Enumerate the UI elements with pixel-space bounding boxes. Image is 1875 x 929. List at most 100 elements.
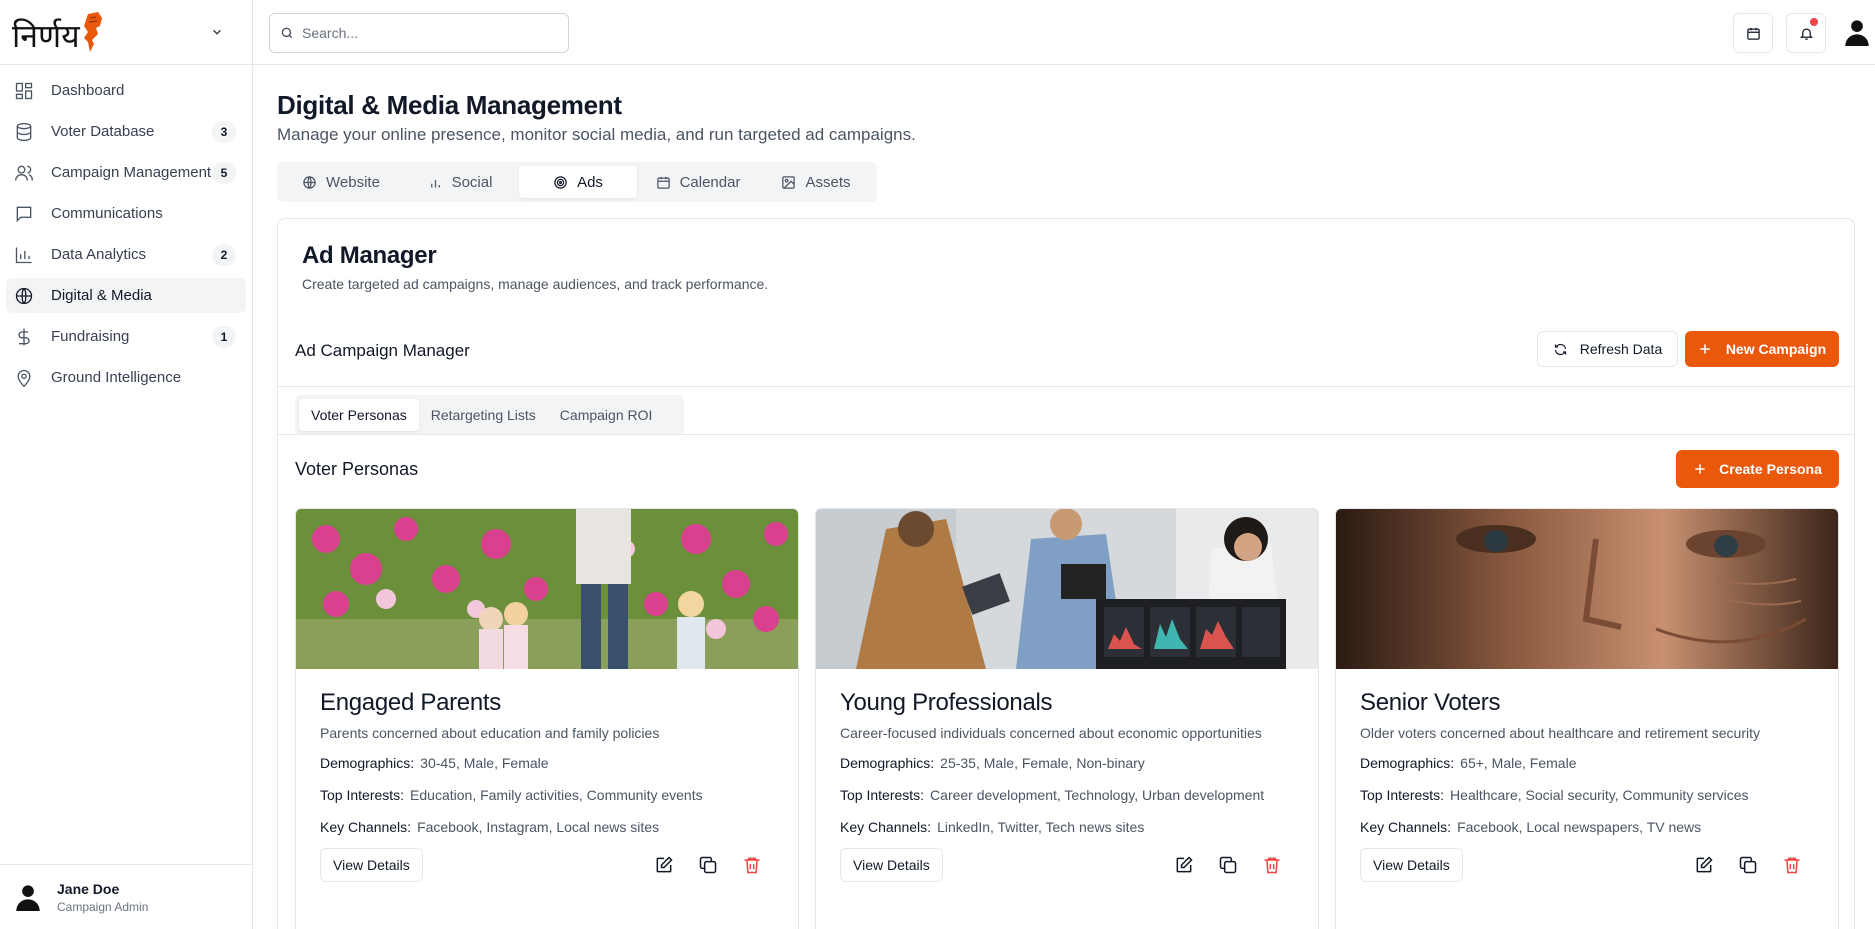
user-role: Campaign Admin (57, 899, 149, 914)
sidebar-item-label: Dashboard (51, 82, 125, 99)
ad-manager-title: Ad Manager (302, 242, 437, 269)
channels-label: Key Channels: (1360, 818, 1452, 835)
count-badge: 1 (212, 325, 236, 348)
tab-social[interactable]: Social (401, 166, 519, 198)
sidebar-item-communications[interactable]: Communications (6, 196, 246, 231)
demographics-value: 65+, Male, Female (1460, 755, 1577, 772)
persona-image-office (816, 509, 1318, 669)
copy-icon[interactable] (1738, 855, 1758, 875)
interests-label: Top Interests: (320, 786, 405, 803)
calendar-icon (1746, 27, 1760, 40)
chevron-down-icon[interactable] (210, 25, 224, 39)
tab-calendar[interactable]: Calendar (637, 166, 759, 198)
persona-channels: Key Channels: Facebook, Instagram, Local … (320, 817, 774, 839)
persona-actions: View Details (840, 848, 1294, 883)
section-tabs: Website Social Ads Calendar Assets (277, 162, 877, 202)
user-avatar-icon (16, 885, 40, 911)
tab-assets[interactable]: Assets (759, 166, 873, 198)
search-box[interactable] (269, 13, 569, 53)
edit-icon[interactable] (654, 855, 674, 875)
search-input[interactable] (302, 25, 552, 41)
demographics-label: Demographics: (840, 755, 935, 772)
refresh-data-button[interactable]: Refresh Data (1537, 331, 1678, 367)
copy-icon[interactable] (1218, 855, 1238, 875)
persona-card-young-professionals: Young Professionals Career-focused indiv… (815, 508, 1319, 929)
page-subtitle: Manage your online presence, monitor soc… (277, 125, 916, 144)
divider (278, 386, 1854, 387)
new-campaign-button[interactable]: New Campaign (1685, 331, 1839, 367)
sidebar-item-voter-database[interactable]: Voter Database 3 (6, 114, 246, 149)
sidebar-item-dashboard[interactable]: Dashboard (6, 73, 246, 108)
view-details-button[interactable]: View Details (840, 848, 943, 883)
view-details-button[interactable]: View Details (320, 848, 423, 883)
trash-icon[interactable] (1262, 855, 1282, 875)
bell-icon (1799, 28, 1813, 40)
dollar-icon (18, 328, 30, 345)
sidebar-item-fundraising[interactable]: Fundraising 1 (6, 319, 246, 354)
refresh-icon (1554, 343, 1566, 355)
brand-logo[interactable]: निर्णय (12, 12, 104, 52)
sidebar-item-label: Ground Intelligence (51, 369, 182, 386)
channels-value: LinkedIn, Twitter, Tech news sites (937, 818, 1145, 835)
main-content: Digital & Media Management Manage your o… (253, 65, 1875, 929)
brand-name: निर्णय (12, 17, 80, 55)
edit-icon[interactable] (1174, 855, 1194, 875)
voter-personas-title: Voter Personas (295, 459, 419, 479)
trash-icon[interactable] (1782, 855, 1802, 875)
trash-icon[interactable] (742, 855, 762, 875)
tab-ads[interactable]: Ads (519, 166, 637, 198)
sidebar-item-data-analytics[interactable]: Data Analytics 2 (6, 237, 246, 272)
plus-icon (1695, 464, 1705, 474)
sidebar-item-ground-intelligence[interactable]: Ground Intelligence (6, 360, 246, 395)
notifications-button[interactable] (1786, 13, 1826, 53)
persona-interests: Top Interests: Education, Family activiti… (320, 785, 774, 807)
create-persona-button[interactable]: Create Persona (1676, 450, 1839, 488)
dashboard-icon (15, 82, 33, 99)
interests-value: Healthcare, Social security, Community s… (1450, 786, 1749, 803)
tab-label: Ads (577, 173, 603, 191)
persona-image-family (296, 509, 798, 669)
user-profile[interactable]: Jane Doe Campaign Admin (0, 864, 252, 929)
channels-label: Key Channels: (840, 818, 932, 835)
search-icon (281, 27, 293, 39)
campaign-manager-title: Ad Campaign Manager (295, 341, 470, 360)
subtab-retargeting-lists[interactable]: Retargeting Lists (419, 399, 548, 431)
persona-description: Career-focused individuals concerned abo… (840, 725, 1262, 741)
users-icon (15, 165, 33, 181)
edit-icon[interactable] (1694, 855, 1714, 875)
sidebar: निर्णय Dashboard Voter Database 3 Campai… (0, 0, 253, 929)
persona-interests: Top Interests: Career development, Techno… (840, 785, 1294, 807)
demographics-value: 25-35, Male, Female, Non-binary (940, 755, 1145, 772)
target-icon (554, 175, 567, 189)
copy-icon[interactable] (698, 855, 718, 875)
sidebar-item-label: Communications (51, 205, 163, 222)
demographics-label: Demographics: (1360, 755, 1455, 772)
calendar-button[interactable] (1733, 13, 1773, 53)
subtab-voter-personas[interactable]: Voter Personas (299, 399, 419, 431)
bar-chart-icon (430, 179, 440, 187)
interests-value: Education, Family activities, Community … (410, 786, 703, 803)
tab-label: Website (326, 173, 380, 191)
persona-description: Parents concerned about education and fa… (320, 725, 660, 741)
sidebar-item-label: Digital & Media (51, 287, 152, 304)
user-avatar-icon[interactable] (1843, 18, 1871, 46)
tab-website[interactable]: Website (281, 166, 401, 198)
view-details-button[interactable]: View Details (1360, 848, 1463, 883)
sidebar-item-digital-media[interactable]: Digital & Media (6, 278, 246, 313)
sidebar-item-campaign-management[interactable]: Campaign Management 5 (6, 155, 246, 190)
persona-demographics: Demographics: 65+, Male, Female (1360, 753, 1814, 775)
persona-demographics: Demographics: 30-45, Male, Female (320, 753, 774, 775)
sidebar-item-label: Data Analytics (51, 246, 147, 263)
persona-image-senior (1336, 509, 1838, 669)
demographics-value: 30-45, Male, Female (420, 755, 549, 772)
ad-manager-subtabs: Voter Personas Retargeting Lists Campaig… (295, 395, 684, 435)
map-pin-icon (17, 369, 31, 387)
interests-label: Top Interests: (1360, 786, 1445, 803)
refresh-data-label: Refresh Data (1579, 341, 1663, 357)
persona-name: Young Professionals (840, 689, 1053, 716)
database-icon (16, 122, 32, 141)
subtab-campaign-roi[interactable]: Campaign ROI (548, 399, 665, 431)
new-campaign-label: New Campaign (1725, 341, 1827, 357)
persona-card-senior-voters: Senior Voters Older voters concerned abo… (1335, 508, 1839, 929)
calendar-icon (656, 176, 670, 189)
